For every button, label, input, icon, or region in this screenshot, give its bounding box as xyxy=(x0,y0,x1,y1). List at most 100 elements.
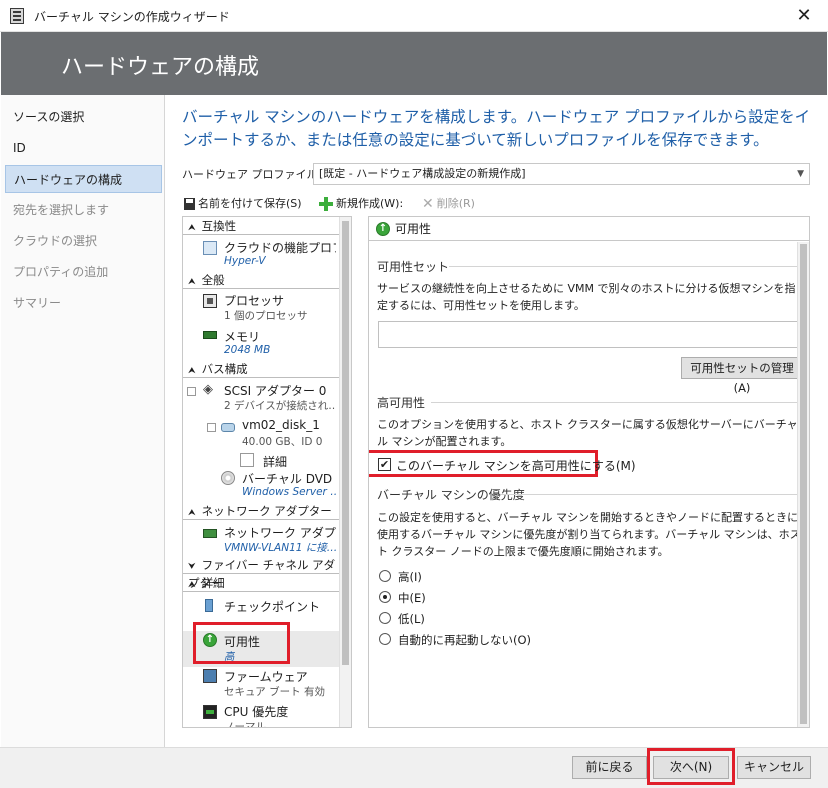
priority-desc: この設定を使用すると、バーチャル マシンを開始するときやノードに配置するときに使… xyxy=(377,511,801,558)
tree-item-memory[interactable]: メモリ xyxy=(224,328,260,345)
page-title: ハードウェアの構成 xyxy=(61,55,260,80)
detail-header: ↑ 可用性 xyxy=(369,217,809,241)
cancel-button[interactable]: キャンセル xyxy=(737,756,811,779)
high-availability-title: 高可用性 xyxy=(377,396,426,410)
disk-icon xyxy=(221,423,235,432)
tree-sub-nic: VMNW-VLAN11 に接… xyxy=(224,542,336,554)
tree-item-disk-detail[interactable]: 詳細 xyxy=(263,453,287,470)
header-banner: ハードウェアの構成 xyxy=(1,32,827,95)
collapse-caret-icon: ⮝ xyxy=(188,508,196,518)
priority-radio-medium[interactable] xyxy=(379,591,391,603)
nav-item-destination: 宛先を選択します xyxy=(13,203,110,217)
delete-button: ✕ 削除(R) xyxy=(422,194,475,214)
tree-sub-cloud-cap: Hyper-V xyxy=(224,255,266,267)
collapse-box-icon[interactable] xyxy=(187,387,196,396)
ha-checkbox[interactable]: ✔ xyxy=(378,458,391,471)
dvd-icon xyxy=(221,471,235,485)
detail-panel: ↑ 可用性 可用性セット サービスの継続性を向上させるために VMM で別々のホ… xyxy=(368,216,810,728)
section-label: 全般 xyxy=(201,273,225,287)
tree-sub-dvd: Windows Server … xyxy=(242,486,337,498)
tree-item-disk[interactable]: vm02_disk_1 xyxy=(242,418,320,432)
delete-icon: ✕ xyxy=(422,196,434,212)
cpu-priority-icon xyxy=(203,705,217,719)
tree-item-processor[interactable]: プロセッサ xyxy=(224,292,284,309)
new-button[interactable]: 新規作成(W): xyxy=(319,194,403,214)
priority-label-medium[interactable]: 中(E) xyxy=(398,590,426,606)
priority-radio-high[interactable] xyxy=(379,570,391,582)
nav-item-properties: プロパティの追加 xyxy=(13,265,109,279)
divider xyxy=(501,494,803,495)
plus-icon xyxy=(319,197,333,211)
tree-sub-processor: 1 個のプロセッサ xyxy=(224,310,308,322)
title-bar: バーチャル マシンの作成ウィザード ✕ xyxy=(0,0,828,32)
wizard-nav: ソースの選択 ID ハードウェアの構成 宛先を選択します クラウドの選択 プロパ… xyxy=(1,95,165,747)
nav-item-cloud: クラウドの選択 xyxy=(13,234,98,248)
tree-item-nic[interactable]: ネットワーク アダプター 1 xyxy=(224,524,336,541)
detail-header-label: 可用性 xyxy=(395,222,432,236)
collapse-box-icon[interactable] xyxy=(207,423,216,432)
tree-sub-scsi: 2 デバイスが接続され… xyxy=(224,400,336,412)
scsi-adapter-icon: ◈ xyxy=(203,382,213,397)
next-button-highlight xyxy=(647,748,735,785)
chevron-down-icon: ▼ xyxy=(797,169,804,179)
availability-set-input[interactable] xyxy=(378,321,803,348)
divider xyxy=(449,266,803,267)
ha-checkbox-label[interactable]: このバーチャル マシンを高可用性にする(M) xyxy=(396,457,636,474)
memory-icon xyxy=(203,331,217,339)
nav-item-hardware[interactable]: ハードウェアの構成 xyxy=(5,165,162,193)
collapse-caret-icon: ⮟ xyxy=(188,562,196,572)
section-compat[interactable]: ⮝ 互換性 xyxy=(183,218,339,235)
detail-icon xyxy=(240,453,254,467)
delete-label: 削除(R) xyxy=(436,197,475,210)
section-label: 詳細 xyxy=(201,576,225,590)
collapse-caret-icon: ⮝ xyxy=(188,223,196,233)
collapse-caret-icon: ⮝ xyxy=(188,277,196,287)
section-label: バス構成 xyxy=(201,362,248,376)
scrollbar-thumb[interactable] xyxy=(342,221,349,665)
section-general[interactable]: ⮝ 全般 xyxy=(183,272,339,289)
priority-label-low[interactable]: 低(L) xyxy=(398,611,425,627)
processor-icon xyxy=(203,294,217,308)
window-title: バーチャル マシンの作成ウィザード xyxy=(34,10,230,24)
checkpoint-icon xyxy=(203,598,217,612)
section-bus[interactable]: ⮝ バス構成 xyxy=(183,361,339,378)
nav-item-id[interactable]: ID xyxy=(5,134,162,162)
back-button[interactable]: 前に戻る xyxy=(572,756,647,779)
tree-item-cpu-priority[interactable]: CPU 優先度 xyxy=(224,703,288,720)
section-label: ネットワーク アダプター xyxy=(201,504,332,518)
priority-label-no-restart[interactable]: 自動的に再起動しない(O) xyxy=(398,632,531,648)
tree-item-dvd[interactable]: バーチャル DVD ド… xyxy=(242,470,337,487)
section-network[interactable]: ⮝ ネットワーク アダプター xyxy=(183,503,339,520)
firmware-icon xyxy=(203,669,217,683)
scrollbar-thumb[interactable] xyxy=(800,244,807,724)
nav-item-source[interactable]: ソースの選択 xyxy=(5,103,162,131)
priority-label-high[interactable]: 高(I) xyxy=(398,569,422,585)
save-icon xyxy=(184,198,195,210)
app-icon xyxy=(10,8,24,24)
close-icon[interactable]: ✕ xyxy=(786,3,822,29)
availability-icon: ↑ xyxy=(376,222,390,236)
save-as-button[interactable]: 名前を付けて保存(S) xyxy=(184,194,302,214)
nav-item-summary: サマリー xyxy=(13,296,62,310)
priority-radio-low[interactable] xyxy=(379,612,391,624)
new-label: 新規作成(W): xyxy=(336,197,404,210)
section-label: 互換性 xyxy=(201,219,237,233)
tree-scrollbar[interactable] xyxy=(339,217,351,727)
tree-item-scsi[interactable]: SCSI アダプター 0 xyxy=(224,382,326,399)
priority-radio-no-restart[interactable] xyxy=(379,633,391,645)
section-detail[interactable]: ⮝ 詳細 xyxy=(183,575,339,592)
tree-item-firmware[interactable]: ファームウェア xyxy=(224,668,308,685)
tree-item-checkpoint[interactable]: チェックポイント xyxy=(224,598,320,615)
profile-select[interactable]: [既定 - ハードウェア構成設定の新規作成] ▼ xyxy=(313,163,810,185)
collapse-caret-icon: ⮝ xyxy=(188,580,196,590)
cloud-capability-icon xyxy=(203,241,217,255)
availability-highlight xyxy=(193,622,290,664)
tree-item-cloud-cap[interactable]: クラウドの機能プロファ… xyxy=(224,239,336,256)
tree-sub-cpu-priority: ノーマル xyxy=(224,721,266,728)
tree-sub-memory: 2048 MB xyxy=(224,344,271,356)
manage-availability-set-button[interactable]: 可用性セットの管理(A) xyxy=(681,357,803,395)
detail-scrollbar[interactable] xyxy=(797,242,809,727)
collapse-caret-icon: ⮝ xyxy=(188,366,196,376)
section-fibre-channel[interactable]: ⮟ ファイバー チャネル アダプター xyxy=(183,557,339,590)
tree-sub-disk: 40.00 GB、ID 0 xyxy=(242,436,323,448)
